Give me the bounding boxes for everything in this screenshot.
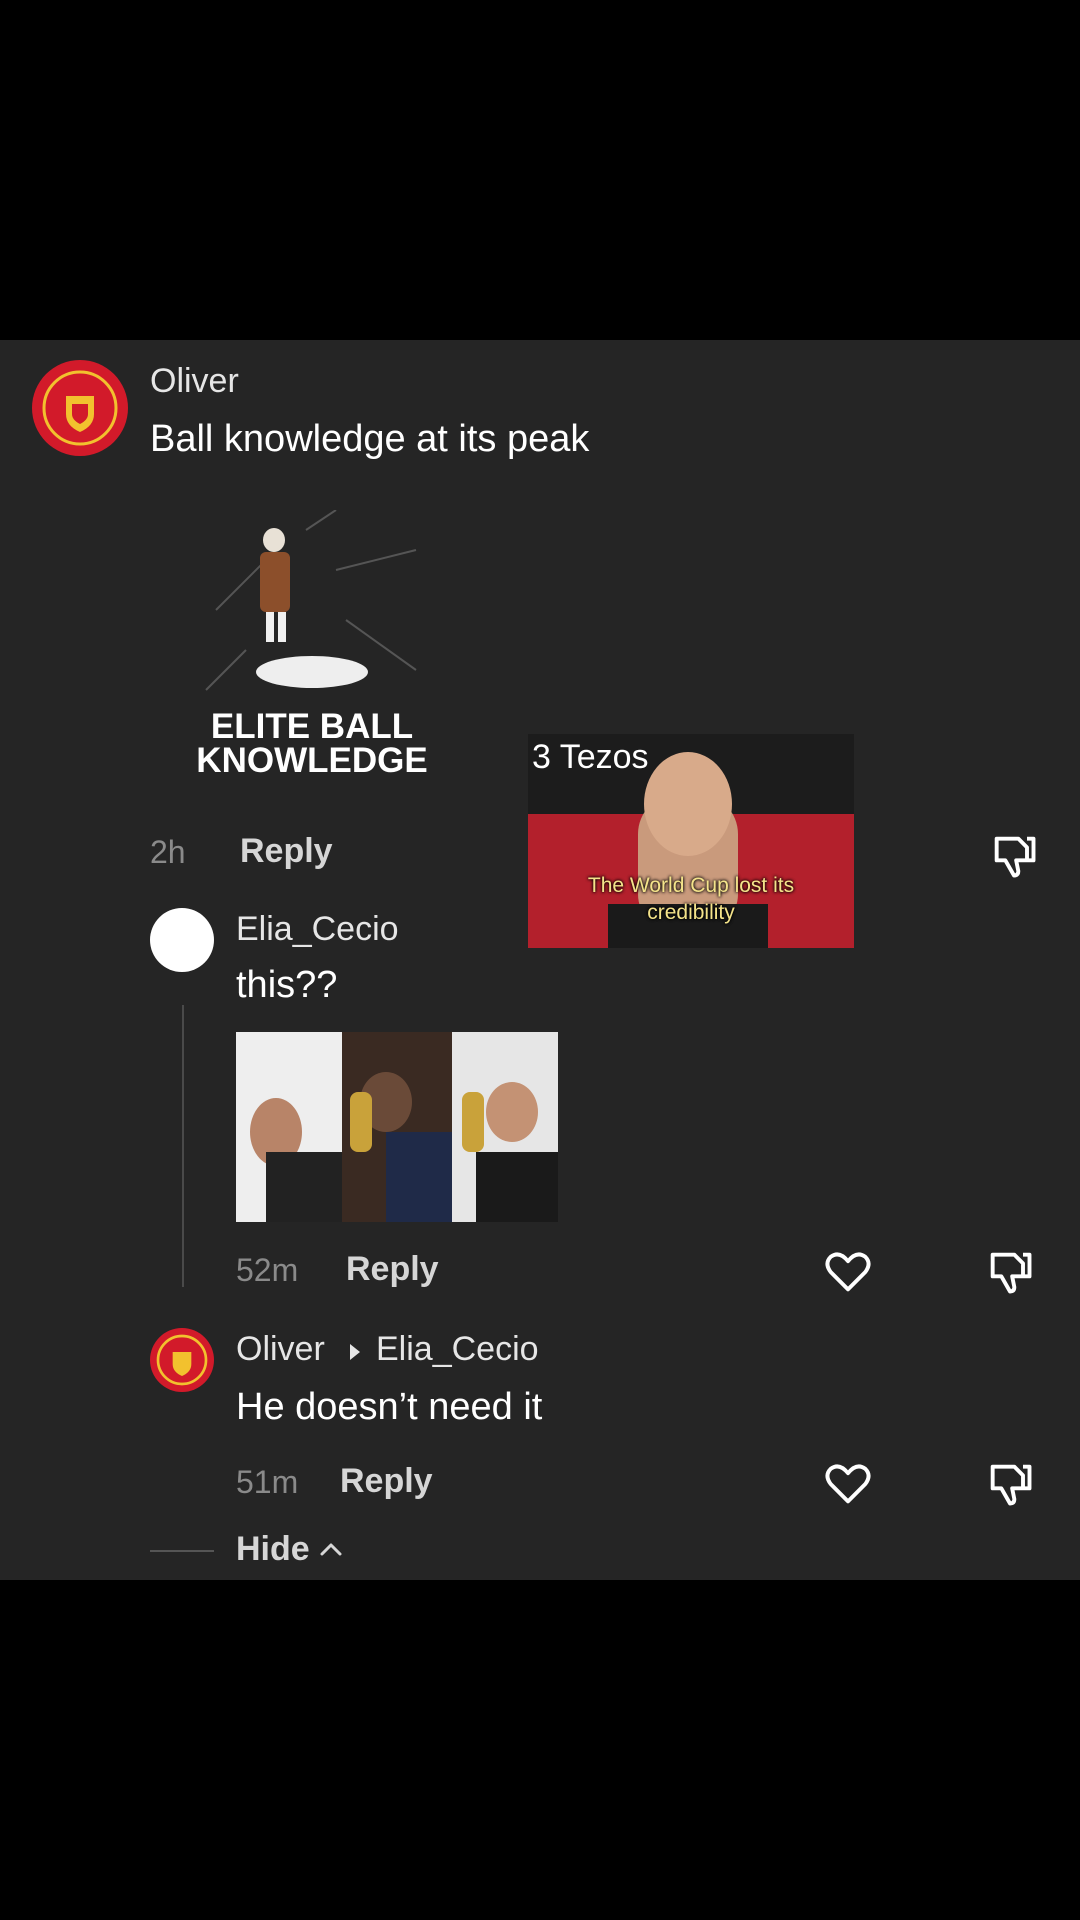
hide-replies-button[interactable]: Hide	[236, 1530, 310, 1569]
video-caption-line2: credibility	[647, 901, 735, 924]
reply-text: He doesn’t need it	[236, 1386, 543, 1428]
avatar[interactable]	[32, 360, 128, 456]
sponsor-sign: 3 Tezos	[532, 738, 649, 776]
meme-caption: ELITE BALL KNOWLEDGE	[186, 707, 438, 780]
thumbs-down-icon	[990, 1252, 1032, 1294]
reply-button[interactable]: Reply	[240, 832, 333, 871]
like-button[interactable]	[822, 1458, 874, 1510]
sleeping-players-icon	[236, 1032, 558, 1222]
dislike-button[interactable]	[988, 830, 1040, 882]
heart-icon	[825, 1252, 871, 1292]
dislike-button[interactable]	[984, 1246, 1036, 1298]
reply-time: 52m	[236, 1252, 299, 1288]
chevron-up-icon[interactable]	[318, 1538, 344, 1560]
reply-username[interactable]: Oliver	[236, 1330, 325, 1369]
meme-image[interactable]: ELITE BALL KNOWLEDGE	[186, 510, 438, 780]
avatar[interactable]	[150, 1328, 214, 1392]
video-caption-line1: The World Cup lost its	[587, 874, 795, 897]
caret-right-icon	[350, 1344, 360, 1360]
comments-panel: Oliver Ball knowledge at its peak ELITE …	[0, 340, 1080, 1580]
reply-image[interactable]	[236, 1032, 558, 1222]
overlay-video-frame: 3 Tezos The World Cup lost its credibili…	[528, 734, 854, 948]
avatar[interactable]	[150, 908, 214, 972]
thumbs-down-icon	[994, 836, 1036, 878]
comment-username[interactable]: Oliver	[150, 362, 239, 401]
comment-text: Ball knowledge at its peak	[150, 418, 590, 460]
reply-to-username[interactable]: Elia_Cecio	[376, 1330, 539, 1369]
thumbs-down-icon	[990, 1464, 1032, 1506]
reply-time: 51m	[236, 1464, 299, 1500]
comment-time: 2h	[150, 834, 186, 870]
dislike-button[interactable]	[984, 1458, 1036, 1510]
reply-button[interactable]: Reply	[340, 1462, 433, 1501]
thread-line	[182, 1005, 184, 1287]
reply-username[interactable]: Elia_Cecio	[236, 910, 399, 949]
hide-divider	[150, 1550, 214, 1552]
meme-caption-line2: KNOWLEDGE	[196, 741, 428, 780]
video-caption: The World Cup lost its credibility	[528, 872, 854, 926]
club-crest-icon	[150, 1328, 214, 1392]
heart-icon	[825, 1464, 871, 1504]
like-button[interactable]	[822, 1246, 874, 1298]
reply-button[interactable]: Reply	[346, 1250, 439, 1289]
reply-text: this??	[236, 964, 338, 1006]
meme-caption-line1: ELITE BALL	[210, 707, 414, 746]
club-crest-icon	[33, 361, 127, 455]
